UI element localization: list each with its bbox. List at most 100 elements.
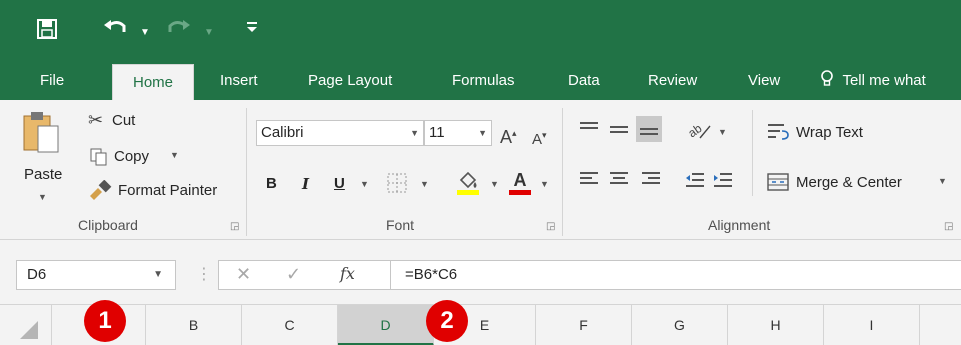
wrap-text-icon: [766, 122, 790, 145]
undo-icon[interactable]: [102, 16, 128, 45]
tell-me-label: Tell me what: [842, 72, 926, 89]
fill-color-dropdown-icon[interactable]: ▼: [490, 179, 499, 189]
merge-center-dropdown-icon: ▼: [938, 176, 947, 186]
tab-review[interactable]: Review: [636, 62, 709, 100]
tell-me-search[interactable]: Tell me what: [808, 62, 938, 100]
enter-icon[interactable]: ✓: [286, 264, 301, 285]
font-family-select[interactable]: Calibri ▼: [256, 120, 424, 146]
borders-dropdown-icon[interactable]: ▼: [420, 179, 429, 189]
chevron-down-icon: ▼: [478, 128, 487, 138]
paste-icon: [22, 110, 62, 159]
paste-dropdown-icon: ▼: [38, 192, 47, 202]
formula-value: =B6*C6: [405, 266, 458, 283]
select-all-corner[interactable]: [0, 305, 52, 345]
column-headers: B C D E F G H I: [0, 304, 961, 345]
tab-file[interactable]: File: [28, 62, 76, 100]
chevron-down-icon: ▼: [410, 128, 419, 138]
align-left-icon[interactable]: [580, 172, 598, 187]
select-all-icon: [20, 321, 38, 339]
italic-button[interactable]: I: [302, 175, 309, 193]
format-painter-label: Format Painter: [118, 182, 218, 199]
insert-function-icon[interactable]: fx: [340, 264, 355, 283]
column-header-c[interactable]: C: [242, 305, 338, 345]
underline-button[interactable]: U: [334, 175, 345, 192]
scissors-icon: ✂: [88, 110, 104, 130]
chevron-down-icon: ▼: [153, 269, 163, 280]
cut-button[interactable]: ✂ Cut: [84, 110, 164, 134]
font-size-select[interactable]: 11 ▼: [424, 120, 492, 146]
clipboard-launcher-icon[interactable]: ◲: [230, 221, 239, 232]
align-right-icon[interactable]: [642, 172, 660, 187]
orientation-dropdown-icon[interactable]: ▼: [718, 127, 727, 137]
svg-text:ab: ab: [686, 121, 705, 140]
fx-label: fx: [340, 264, 355, 283]
column-header-i[interactable]: I: [824, 305, 920, 345]
tab-home[interactable]: Home: [112, 64, 194, 100]
wrap-text-label: Wrap Text: [796, 124, 863, 141]
column-header-f[interactable]: F: [536, 305, 632, 345]
font-color-dropdown-icon[interactable]: ▼: [540, 179, 549, 189]
customize-icon[interactable]: [246, 18, 258, 40]
align-center-icon[interactable]: [610, 172, 628, 187]
column-header-d[interactable]: D: [338, 305, 434, 345]
decrease-indent-icon[interactable]: [684, 170, 706, 193]
decrease-font-size-icon[interactable]: A▾: [532, 126, 547, 149]
formula-bar: D6 ▼ ⋮ ✕ ✓ fx =B6*C6: [0, 240, 961, 304]
lightbulb-icon: [820, 70, 838, 89]
font-launcher-icon[interactable]: ◲: [546, 221, 555, 232]
callout-badge-2: 2: [426, 300, 468, 342]
bottom-align-icon: [640, 128, 658, 138]
wrap-text-button[interactable]: Wrap Text: [762, 120, 892, 146]
font-family-value: Calibri: [261, 124, 304, 141]
ribbon-home: Paste ▼ ✂ Cut Copy ▼ Format Painter Clip…: [0, 100, 961, 240]
increase-font-size-icon[interactable]: A▴: [500, 124, 517, 146]
name-box[interactable]: D6 ▼: [16, 260, 176, 290]
redo-dropdown-icon: ▼: [204, 27, 214, 38]
cancel-icon[interactable]: ✕: [236, 264, 251, 285]
group-divider: [752, 110, 753, 196]
svg-text:A: A: [514, 170, 527, 190]
tab-page-layout[interactable]: Page Layout: [296, 62, 404, 100]
undo-dropdown-icon[interactable]: ▼: [140, 27, 150, 38]
paste-button[interactable]: Paste ▼: [18, 108, 74, 208]
alignment-group-label: Alignment: [708, 217, 771, 233]
paintbrush-icon: [88, 179, 112, 203]
copy-label: Copy: [114, 148, 150, 165]
tab-view[interactable]: View: [736, 62, 792, 100]
column-header-b[interactable]: B: [146, 305, 242, 345]
orientation-icon[interactable]: ab: [685, 120, 714, 145]
formula-input[interactable]: =B6*C6: [390, 260, 961, 290]
ribbon-tabs: File Home Insert Page Layout Formulas Da…: [0, 62, 961, 100]
group-divider: [246, 108, 247, 236]
bottom-align-button[interactable]: [636, 116, 662, 142]
font-group-label: Font: [386, 217, 415, 233]
merge-center-label: Merge & Center: [796, 174, 902, 191]
top-align-icon[interactable]: [580, 122, 598, 137]
fill-color-icon[interactable]: [456, 170, 480, 199]
font-size-value: 11: [429, 124, 445, 141]
copy-icon: [90, 148, 108, 169]
clipboard-group-label: Clipboard: [78, 217, 138, 233]
formula-bar-grip-icon[interactable]: ⋮: [196, 264, 212, 284]
column-header-g[interactable]: G: [632, 305, 728, 345]
borders-icon[interactable]: [386, 172, 408, 197]
merge-center-button[interactable]: Merge & Center ▼: [762, 168, 958, 196]
increase-indent-icon[interactable]: [712, 170, 734, 193]
tab-data[interactable]: Data: [556, 62, 612, 100]
alignment-launcher-icon[interactable]: ◲: [944, 221, 953, 232]
bold-button[interactable]: B: [266, 175, 277, 192]
middle-align-icon[interactable]: [610, 126, 628, 136]
tab-insert[interactable]: Insert: [208, 62, 270, 100]
underline-dropdown-icon[interactable]: ▼: [360, 179, 369, 189]
redo-icon: [166, 16, 192, 45]
paste-label: Paste: [24, 166, 63, 183]
tab-formulas[interactable]: Formulas: [440, 62, 527, 100]
format-painter-button[interactable]: Format Painter: [84, 178, 234, 204]
copy-button[interactable]: Copy ▼: [84, 144, 194, 168]
save-icon[interactable]: [36, 18, 58, 45]
column-header-h[interactable]: H: [728, 305, 824, 345]
font-color-icon[interactable]: A: [508, 170, 532, 199]
group-divider: [562, 108, 563, 236]
cut-label: Cut: [112, 112, 136, 129]
quick-access-toolbar: ▼ ▼: [0, 0, 961, 62]
